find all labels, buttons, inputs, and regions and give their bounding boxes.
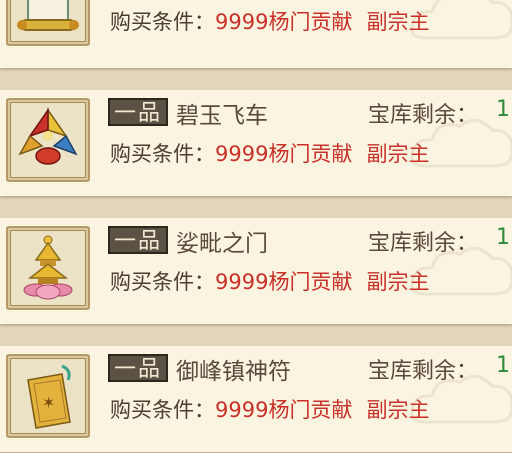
item-icon-frame[interactable] (6, 0, 90, 46)
stock-label: 宝库剩余： (368, 359, 479, 384)
purchase-condition: 购买条件：9999杨门贡献 副宗主 (110, 266, 429, 296)
condition-rank: 副宗主 (366, 398, 430, 422)
item-name: 御峰镇神符 (176, 359, 291, 385)
list-item[interactable]: ✶ 一品 御峰镇神符 宝库剩余： 1 购买条件：9999杨门贡献 副宗主 (0, 346, 512, 452)
condition-rank: 副宗主 (366, 10, 430, 34)
purchase-condition: 购买条件：9999杨门贡献 副宗主 (110, 394, 429, 424)
stock-value: 1 (496, 225, 510, 250)
item-name: 碧玉飞车 (176, 103, 268, 129)
condition-cost: 9999杨门贡献 (215, 398, 353, 422)
condition-rank: 副宗主 (366, 142, 430, 166)
stock-label: 宝库剩余： (368, 103, 479, 128)
list-item[interactable]: 一品 娑毗之门 宝库剩余： 1 购买条件：9999杨门贡献 副宗主 (0, 218, 512, 324)
purchase-condition: 购买条件：9999杨门贡献 副宗主 (110, 6, 429, 36)
item-icon-frame[interactable] (6, 226, 90, 310)
condition-cost: 9999杨门贡献 (215, 270, 353, 294)
condition-cost: 9999杨门贡献 (215, 10, 353, 34)
grade-badge: 一品 (108, 98, 168, 126)
purchase-condition: 购买条件：9999杨门贡献 副宗主 (110, 138, 429, 168)
list-item[interactable]: 一品 碧玉飞车 宝库剩余： 1 购买条件：9999杨门贡献 副宗主 (0, 90, 512, 196)
stock-label: 宝库剩余： (368, 231, 479, 256)
list-item[interactable]: 购买条件：9999杨门贡献 副宗主 (0, 0, 512, 68)
item-icon-frame[interactable] (6, 98, 90, 182)
condition-label: 购买条件： (110, 10, 215, 34)
item-name: 娑毗之门 (176, 231, 268, 257)
scroll-icon (17, 0, 79, 31)
condition-label: 购买条件： (110, 270, 215, 294)
talisman-icon: ✶ (27, 364, 71, 429)
item-icon-frame[interactable]: ✶ (6, 354, 90, 438)
flying-chariot-icon (18, 107, 78, 165)
condition-cost: 9999杨门贡献 (215, 142, 353, 166)
condition-label: 购买条件： (110, 398, 215, 422)
stock-value: 1 (496, 97, 510, 122)
grade-badge: 一品 (108, 354, 168, 382)
golden-pagoda-icon (23, 235, 73, 300)
stock-value: 1 (496, 353, 510, 378)
condition-label: 购买条件： (110, 142, 215, 166)
condition-rank: 副宗主 (366, 270, 430, 294)
svg-text:✶: ✶ (42, 393, 55, 412)
grade-badge: 一品 (108, 226, 168, 254)
